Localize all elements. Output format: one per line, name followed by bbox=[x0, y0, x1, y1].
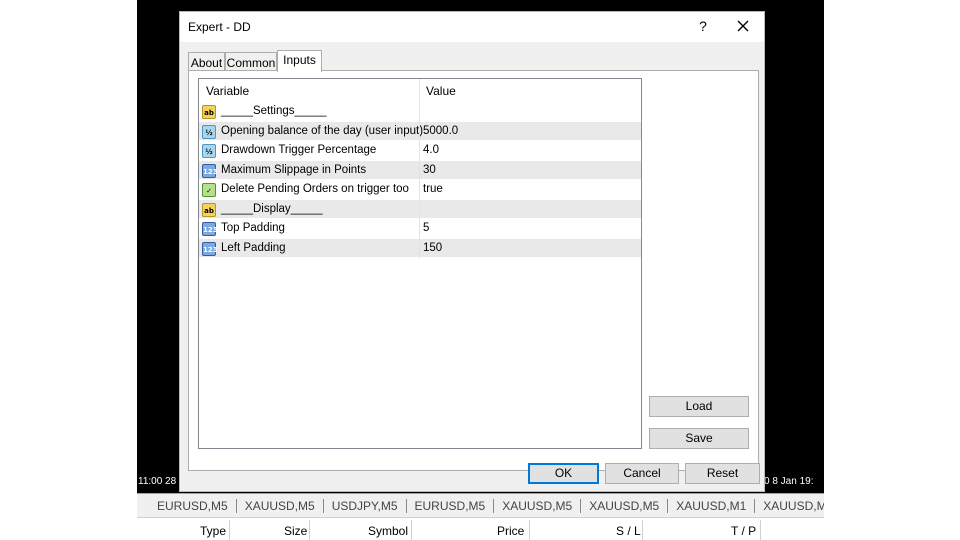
symbol-tab[interactable]: EURUSD,M5 bbox=[407, 498, 495, 513]
text-type-icon: ab bbox=[202, 105, 216, 119]
input-row[interactable]: 123 Top Padding 5 bbox=[199, 219, 641, 239]
column-divider bbox=[411, 520, 412, 540]
symbol-tab[interactable]: XAUUSD,M5 bbox=[581, 498, 669, 513]
close-icon[interactable] bbox=[734, 17, 752, 35]
integer-type-icon: 123 bbox=[202, 222, 218, 236]
integer-type-icon: 123 bbox=[202, 241, 218, 256]
cancel-button[interactable]: Cancel bbox=[605, 463, 679, 484]
help-button[interactable]: ? bbox=[696, 18, 710, 34]
grid-header: Variable Value bbox=[199, 79, 641, 101]
column-type[interactable]: Type bbox=[200, 524, 226, 538]
input-variable: _____Display_____ bbox=[221, 202, 323, 215]
time-axis-label-right: 0 8 Jan 19: bbox=[764, 476, 814, 487]
input-variable: _____Settings_____ bbox=[221, 105, 327, 117]
column-symbol[interactable]: Symbol bbox=[368, 524, 408, 538]
column-divider bbox=[642, 520, 643, 540]
column-tp[interactable]: T / P bbox=[731, 524, 756, 538]
input-variable: Maximum Slippage in Points bbox=[221, 163, 367, 176]
symbol-tab[interactable]: XAUUSD,M1 bbox=[668, 498, 756, 513]
inputs-panel: Variable Value ab _____Settings_____ ½ O… bbox=[188, 70, 759, 471]
inputs-grid[interactable]: Variable Value ab _____Settings_____ ½ O… bbox=[198, 78, 642, 449]
text-type-icon: ab bbox=[202, 202, 216, 217]
symbol-tab[interactable]: XAUUSD,M5 bbox=[237, 498, 324, 513]
tab-about[interactable]: About bbox=[188, 52, 225, 71]
chart-symbol-tabs: EURUSD,M5 XAUUSD,M5 USDJPY,M5 EURUSD,M5 … bbox=[137, 493, 824, 517]
time-axis-label-left: 11:00 28 bbox=[138, 476, 177, 487]
header-value[interactable]: Value bbox=[426, 84, 456, 98]
input-value[interactable]: 5 bbox=[423, 222, 429, 234]
trade-columns-header: Type Size Symbol Price S / L T / P bbox=[137, 517, 824, 540]
input-variable: Opening balance of the day (user input) bbox=[221, 124, 424, 137]
column-divider bbox=[529, 520, 530, 540]
integer-type-icon: 123 bbox=[202, 163, 218, 178]
tab-inputs[interactable]: Inputs bbox=[277, 50, 322, 72]
input-row[interactable]: 123 Left Padding 150 bbox=[199, 238, 641, 258]
header-variable[interactable]: Variable bbox=[206, 84, 249, 98]
load-button[interactable]: Load bbox=[649, 396, 749, 417]
input-value[interactable]: 30 bbox=[423, 164, 436, 176]
save-button[interactable]: Save bbox=[649, 428, 749, 449]
input-row[interactable]: ab _____Settings_____ bbox=[199, 102, 641, 122]
dialog-title: Expert - DD bbox=[188, 20, 251, 34]
dialog-titlebar[interactable]: Expert - DD ? bbox=[180, 12, 764, 42]
input-row[interactable]: ½ Drawdown Trigger Percentage 4.0 bbox=[199, 141, 641, 161]
input-row[interactable]: 123 Maximum Slippage in Points 30 bbox=[199, 160, 641, 180]
float-type-icon: ½ bbox=[202, 144, 216, 158]
input-variable: Drawdown Trigger Percentage bbox=[221, 144, 377, 156]
column-divider bbox=[229, 520, 230, 540]
input-variable: Delete Pending Orders on trigger too bbox=[221, 183, 409, 195]
boolean-type-icon: ✓ bbox=[202, 183, 216, 197]
column-divider bbox=[419, 79, 420, 259]
input-row[interactable]: ✓ Delete Pending Orders on trigger too t… bbox=[199, 180, 641, 200]
ok-button[interactable]: OK bbox=[528, 463, 599, 484]
input-value[interactable]: 5000.0 bbox=[423, 125, 458, 137]
symbol-tab[interactable]: USDJPY,M5 bbox=[324, 498, 407, 513]
column-divider bbox=[309, 520, 310, 540]
symbol-tab[interactable]: XAUUSD,M5 bbox=[494, 498, 582, 513]
column-price[interactable]: Price bbox=[497, 524, 524, 538]
input-value[interactable]: true bbox=[423, 183, 443, 195]
tab-common[interactable]: Common bbox=[225, 52, 277, 71]
input-value[interactable]: 150 bbox=[423, 242, 442, 254]
symbol-tab[interactable]: EURUSD,M5 bbox=[137, 498, 237, 513]
column-divider bbox=[760, 520, 761, 540]
column-size[interactable]: Size bbox=[284, 524, 307, 538]
input-value[interactable]: 4.0 bbox=[423, 144, 439, 156]
float-type-icon: ½ bbox=[202, 124, 216, 139]
symbol-tab[interactable]: XAUUSD,M5 bbox=[755, 499, 824, 513]
input-variable: Left Padding bbox=[221, 241, 286, 254]
expert-properties-dialog: Expert - DD ? About Common Inputs Variab… bbox=[179, 11, 765, 492]
reset-button[interactable]: Reset bbox=[685, 463, 760, 484]
column-sl[interactable]: S / L bbox=[616, 524, 641, 538]
input-variable: Top Padding bbox=[221, 222, 285, 234]
input-row[interactable]: ½ Opening balance of the day (user input… bbox=[199, 121, 641, 141]
input-row[interactable]: ab _____Display_____ bbox=[199, 199, 641, 219]
